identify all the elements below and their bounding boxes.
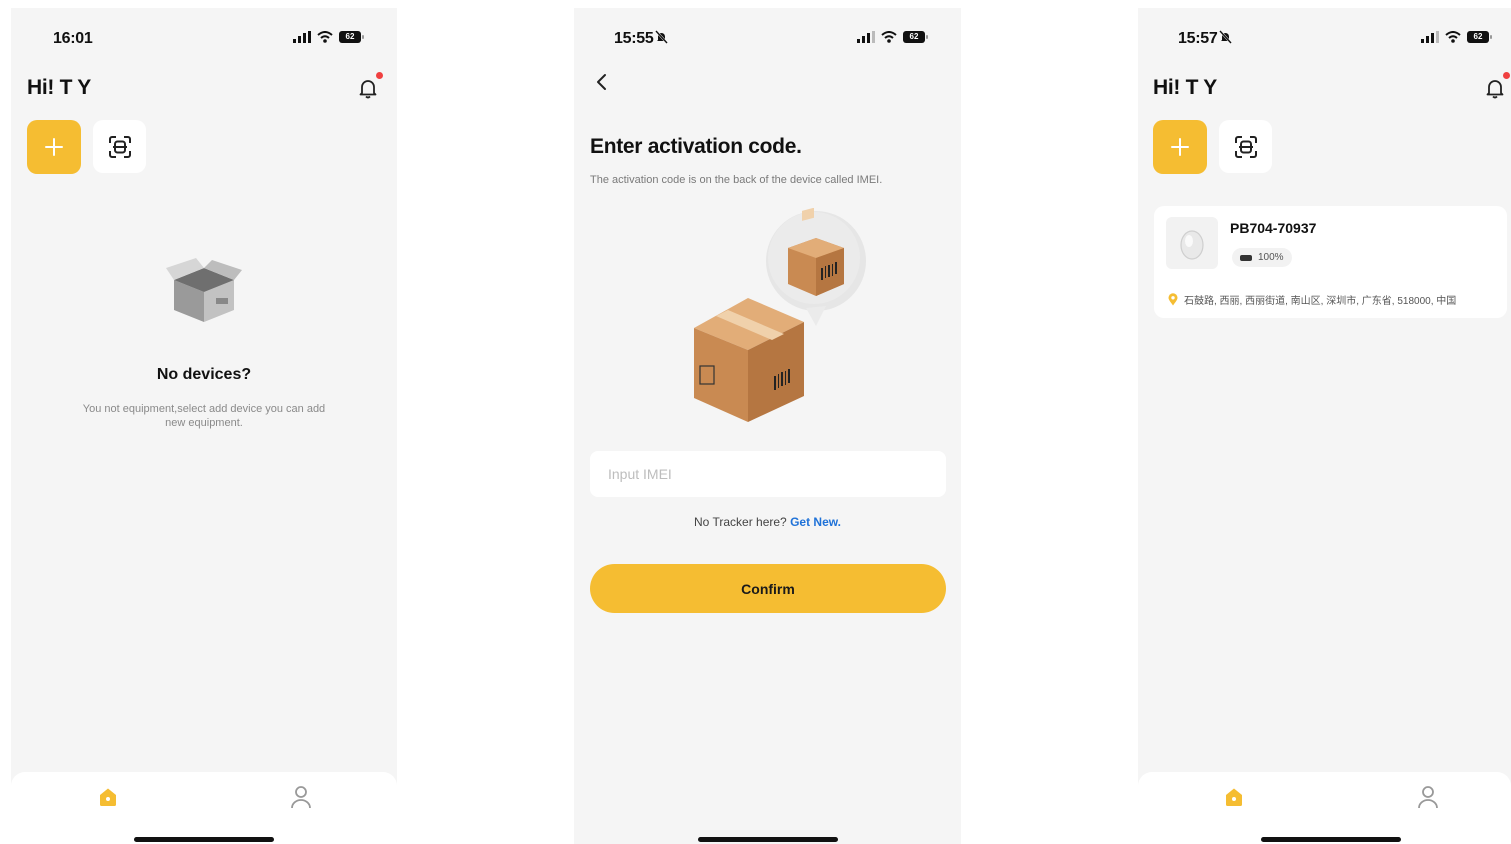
empty-state-title: No devices? bbox=[156, 366, 252, 383]
battery-indicator: 62 bbox=[339, 31, 364, 43]
home-indicator bbox=[134, 837, 274, 842]
confirm-button[interactable]: Confirm bbox=[590, 564, 946, 613]
device-card[interactable]: PB704-70937 100% 石鼓路, 西丽, 西丽街道, 南山区, 深圳市… bbox=[1154, 206, 1507, 318]
device-battery-text: 100% bbox=[1258, 252, 1284, 263]
tab-home[interactable] bbox=[97, 786, 119, 808]
add-device-button[interactable] bbox=[27, 120, 81, 174]
home-indicator bbox=[1261, 837, 1401, 842]
battery-indicator: 62 bbox=[903, 31, 928, 43]
status-icons: 62 bbox=[1421, 31, 1492, 43]
tracker-device-icon bbox=[1180, 230, 1204, 260]
scan-icon bbox=[108, 135, 131, 158]
page-subtitle: The activation code is on the back of th… bbox=[590, 174, 883, 186]
empty-state-description: You not equipment,select add device you … bbox=[82, 403, 326, 429]
device-name: PB704-70937 bbox=[1230, 220, 1317, 236]
chevron-left-icon bbox=[597, 74, 606, 90]
battery-indicator: 62 bbox=[1467, 31, 1492, 43]
tab-home[interactable] bbox=[1223, 786, 1245, 808]
scan-button[interactable] bbox=[93, 120, 146, 173]
back-button[interactable] bbox=[592, 72, 612, 92]
tab-profile[interactable] bbox=[1416, 784, 1440, 810]
status-time: 16:01 bbox=[53, 30, 93, 47]
device-battery-badge: 100% bbox=[1232, 248, 1292, 267]
bell-off-icon bbox=[655, 30, 669, 44]
device-address: 石鼓路, 西丽, 西丽街道, 南山区, 深圳市, 广东省, 518000, 中国 bbox=[1184, 296, 1457, 307]
greeting-title: Hi! T Y bbox=[1153, 76, 1218, 99]
battery-icon bbox=[1240, 254, 1252, 261]
home-icon bbox=[100, 788, 116, 806]
scan-icon bbox=[1234, 135, 1257, 158]
notification-button[interactable] bbox=[1483, 72, 1510, 100]
empty-box-icon bbox=[166, 258, 242, 322]
status-bar: 15:57 62 bbox=[1138, 30, 1511, 50]
plus-icon bbox=[45, 138, 63, 156]
status-bar: 15:55 62 bbox=[574, 30, 961, 50]
signal-icon bbox=[293, 31, 311, 43]
bell-icon bbox=[359, 80, 377, 99]
home-icon bbox=[1226, 788, 1242, 806]
no-tracker-row: No Tracker here? Get New. bbox=[574, 515, 961, 529]
wifi-icon bbox=[881, 31, 897, 43]
imei-input[interactable] bbox=[590, 451, 946, 497]
signal-icon bbox=[857, 31, 875, 43]
status-bar: 16:01 62 bbox=[11, 30, 397, 50]
tab-bar bbox=[1138, 772, 1511, 844]
activation-screen: 15:55 62 Enter activation code. The acti… bbox=[574, 8, 961, 844]
notification-dot bbox=[376, 72, 383, 79]
notification-dot bbox=[1503, 72, 1510, 79]
plus-icon bbox=[1171, 138, 1189, 156]
tab-profile[interactable] bbox=[289, 784, 313, 810]
status-icons: 62 bbox=[293, 31, 364, 43]
page-title: Enter activation code. bbox=[590, 135, 802, 158]
user-icon bbox=[291, 786, 311, 809]
home-empty-screen: 16:01 62 Hi! T Y No devices? You not equ… bbox=[11, 8, 397, 844]
status-time: 15:55 bbox=[614, 30, 669, 48]
wifi-icon bbox=[1445, 31, 1461, 43]
get-new-link[interactable]: Get New. bbox=[790, 515, 841, 529]
home-device-screen: 15:57 62 Hi! T Y PB704-70937 100% 石鼓路, 西… bbox=[1138, 8, 1511, 844]
bell-off-icon bbox=[1219, 30, 1233, 44]
wifi-icon bbox=[317, 31, 333, 43]
add-device-button[interactable] bbox=[1153, 120, 1207, 174]
no-tracker-text: No Tracker here? bbox=[694, 515, 787, 529]
user-icon bbox=[1418, 786, 1438, 809]
status-time-text: 15:55 bbox=[614, 30, 654, 47]
bell-icon bbox=[1486, 80, 1504, 99]
status-time: 15:57 bbox=[1178, 30, 1233, 48]
tab-bar bbox=[11, 772, 397, 844]
action-row bbox=[27, 120, 146, 174]
home-indicator bbox=[698, 837, 838, 842]
package-illustration bbox=[694, 208, 866, 422]
device-thumbnail bbox=[1166, 217, 1218, 269]
device-address-row: 石鼓路, 西丽, 西丽街道, 南山区, 深圳市, 广东省, 518000, 中国 bbox=[1168, 292, 1497, 307]
status-time-text: 15:57 bbox=[1178, 30, 1218, 47]
signal-icon bbox=[1421, 31, 1439, 43]
action-row bbox=[1153, 120, 1272, 174]
notification-button[interactable] bbox=[356, 72, 383, 100]
greeting-title: Hi! T Y bbox=[27, 76, 92, 99]
status-icons: 62 bbox=[857, 31, 928, 43]
location-pin-icon bbox=[1168, 293, 1178, 306]
scan-button[interactable] bbox=[1219, 120, 1272, 173]
